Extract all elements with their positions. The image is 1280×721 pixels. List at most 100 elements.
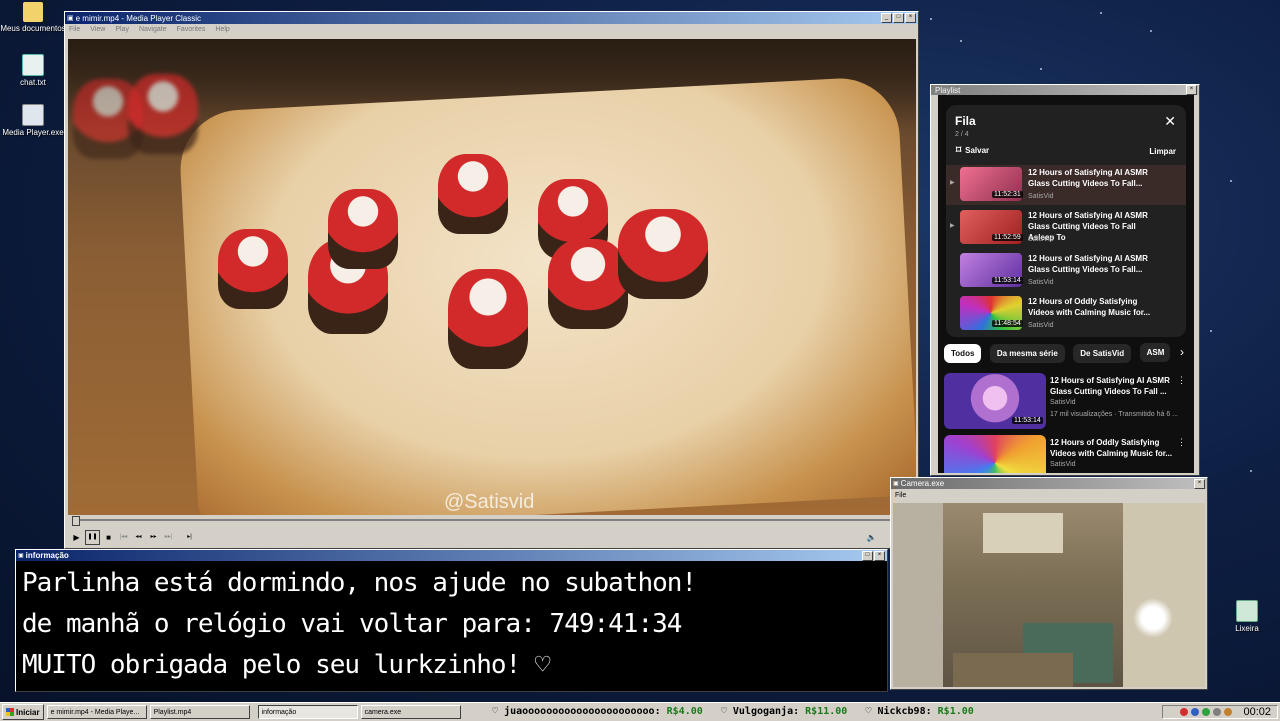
queue-item[interactable]: 11:48:54 12 Hours of Oddly Satisfying Vi… — [946, 294, 1186, 334]
seek-bar[interactable] — [68, 516, 916, 526]
chip-all[interactable]: Todos — [944, 344, 982, 363]
duration-badge: 11:48:54 — [992, 320, 1023, 327]
chevron-right-icon[interactable]: › — [1180, 345, 1184, 359]
recommended-item[interactable]: 12 Hours of Oddly Satisfying Videos with… — [944, 435, 1188, 473]
channel-name: SatisVid — [1028, 193, 1054, 200]
video-frame-bread — [177, 75, 916, 515]
close-button[interactable]: × — [874, 550, 885, 561]
video-meta: 17 mil visualizações · Transmitido há 6 … — [1050, 411, 1178, 418]
start-button[interactable]: Iniciar — [2, 704, 44, 720]
close-button[interactable]: × — [905, 13, 916, 23]
close-button[interactable]: × — [1186, 85, 1197, 95]
save-label: Salvar — [965, 146, 990, 155]
queue-item[interactable]: ▶ 11:52:31 12 Hours of Satisfying AI ASM… — [946, 165, 1186, 205]
playlist-titlebar[interactable]: Playlist × — [931, 85, 1199, 95]
media-player-titlebar[interactable]: ▣ e mimir.mp4 - Media Player Classic _ □… — [65, 12, 918, 24]
info-titlebar[interactable]: ▣ informação □ × — [16, 550, 887, 561]
stop-button[interactable]: ■ — [102, 531, 115, 544]
video-title: 12 Hours of Oddly Satisfying Videos with… — [1050, 438, 1173, 458]
more-options-icon[interactable]: ⋮ — [1177, 375, 1186, 386]
channel-name: SatisVid — [1028, 279, 1054, 286]
info-line: de manhã o relógio vai voltar para: 749:… — [22, 609, 682, 639]
desktop-icon-recycle-bin[interactable]: Lixeira — [1214, 600, 1280, 633]
chip-asmr[interactable]: ASM — [1139, 343, 1170, 362]
media-player-icon — [22, 104, 44, 126]
fast-forward-button[interactable]: ▸▸ — [147, 531, 160, 544]
rewind-button[interactable]: ◂◂ — [132, 531, 145, 544]
video-title: 12 Hours of Satisfying AI ASMR Glass Cut… — [1028, 254, 1148, 274]
frame-step-button[interactable]: ▸| — [183, 531, 196, 544]
video-watermark: @Satisvid — [444, 491, 535, 513]
maximize-button[interactable]: □ — [893, 13, 904, 23]
youtube-panel: Fila 2 / 4 ✕ ⌑ Salvar Limpar ▶ 11:52:31 … — [938, 95, 1194, 473]
tray-icon[interactable] — [1202, 708, 1211, 716]
volume-icon[interactable]: 🔈 — [865, 531, 878, 544]
system-tray: 00:02 — [1162, 705, 1278, 719]
pause-button[interactable]: ❚❚ — [85, 529, 100, 545]
duration-badge: 11:53:14 — [1012, 417, 1043, 424]
playback-controls: ▶ ❚❚ ■ |◂◂ ◂◂ ▸▸ ▸▸| ▸| 🔈 — [68, 528, 918, 546]
queue-title: Fila — [955, 114, 976, 128]
close-button[interactable]: × — [1194, 478, 1205, 489]
desktop-icon-label: Media Player.exe — [2, 128, 64, 137]
video-title: 12 Hours of Satisfying AI ASMR Glass Cut… — [1050, 376, 1170, 396]
desktop-icon-label: Lixeira — [1235, 624, 1259, 633]
desktop-icon-my-documents[interactable]: Meus documentos — [0, 2, 66, 33]
tray-icon[interactable] — [1191, 708, 1200, 716]
heart-icon: ♡ — [865, 706, 872, 717]
save-button[interactable]: ⌑ Salvar — [956, 145, 989, 156]
video-area[interactable]: @Satisvid — [68, 39, 916, 515]
minimize-button[interactable]: _ — [881, 13, 892, 23]
menu-help[interactable]: Help — [215, 26, 229, 33]
desktop-icon-chat-txt[interactable]: chat.txt — [0, 54, 66, 87]
heart-icon: ♡ — [492, 706, 499, 717]
play-icon: ▶ — [950, 223, 955, 229]
thumbnail — [944, 435, 1046, 473]
tray-icon[interactable] — [1224, 708, 1233, 716]
tray-icon[interactable] — [1213, 708, 1222, 716]
more-options-icon[interactable]: ⋮ — [1177, 437, 1186, 448]
queue-panel: Fila 2 / 4 ✕ ⌑ Salvar Limpar ▶ 11:52:31 … — [946, 105, 1186, 337]
seek-handle[interactable] — [72, 516, 80, 526]
heart-icon: ♡ — [720, 706, 727, 717]
chip-from-channel[interactable]: De SatisVid — [1073, 344, 1132, 363]
clear-button[interactable]: Limpar — [1149, 147, 1176, 156]
queue-item[interactable]: ▶ 11:52:59 12 Hours of Satisfying AI ASM… — [946, 208, 1186, 248]
video-title: 12 Hours of Satisfying AI ASMR Glass Cut… — [1028, 168, 1148, 188]
clock[interactable]: 00:02 — [1243, 706, 1271, 718]
channel-name: SatisVid — [1028, 322, 1054, 329]
window-title: Camera.exe — [900, 479, 945, 488]
duration-badge: 11:52:59 — [992, 234, 1023, 241]
queue-position: 2 / 4 — [955, 131, 969, 138]
recommended-item[interactable]: 11:53:14 12 Hours of Satisfying AI ASMR … — [944, 373, 1188, 435]
taskbar-item-media-player[interactable]: e mimir.mp4 - Media Playe... — [46, 705, 147, 719]
close-queue-icon[interactable]: ✕ — [1164, 113, 1176, 130]
recycle-bin-icon — [1236, 600, 1258, 622]
camera-feed — [893, 503, 1205, 687]
tray-icon[interactable] — [1180, 708, 1189, 716]
donation-amount: R$1.00 — [937, 706, 974, 717]
menu-favorites[interactable]: Favorites — [177, 26, 206, 33]
play-button[interactable]: ▶ — [70, 531, 83, 544]
queue-item[interactable]: 11:53:14 12 Hours of Satisfying AI ASMR … — [946, 251, 1186, 291]
desktop-icon-media-player[interactable]: Media Player.exe — [0, 104, 66, 137]
menu-view[interactable]: View — [90, 26, 105, 33]
taskbar-item-info[interactable]: informação — [257, 705, 358, 719]
duration-badge: 11:53:14 — [992, 277, 1023, 284]
donation-amount: R$4.00 — [666, 706, 703, 717]
channel-name: SatisVid — [1050, 399, 1076, 406]
maximize-button[interactable]: □ — [862, 550, 873, 561]
menu-file[interactable]: File — [69, 26, 80, 33]
info-window: ▣ informação □ × Parlinha está dormindo,… — [15, 549, 888, 692]
camera-titlebar[interactable]: ▣ Camera.exe × — [891, 478, 1207, 489]
menu-navigate[interactable]: Navigate — [139, 26, 167, 33]
menu-play[interactable]: Play — [115, 26, 129, 33]
skip-back-button[interactable]: |◂◂ — [117, 531, 130, 544]
chip-same-series[interactable]: Da mesma série — [989, 344, 1065, 363]
taskbar-item-camera[interactable]: camera.exe — [360, 705, 461, 719]
skip-forward-button[interactable]: ▸▸| — [162, 531, 175, 544]
playlist-window: Playlist × Fila 2 / 4 ✕ ⌑ Salvar Limpar … — [930, 84, 1200, 476]
menu-file[interactable]: File — [895, 492, 906, 499]
taskbar-item-playlist[interactable]: Playlist.mp4 — [149, 705, 250, 719]
filter-chips: Todos Da mesma série De SatisVid ASM — [944, 343, 1174, 363]
